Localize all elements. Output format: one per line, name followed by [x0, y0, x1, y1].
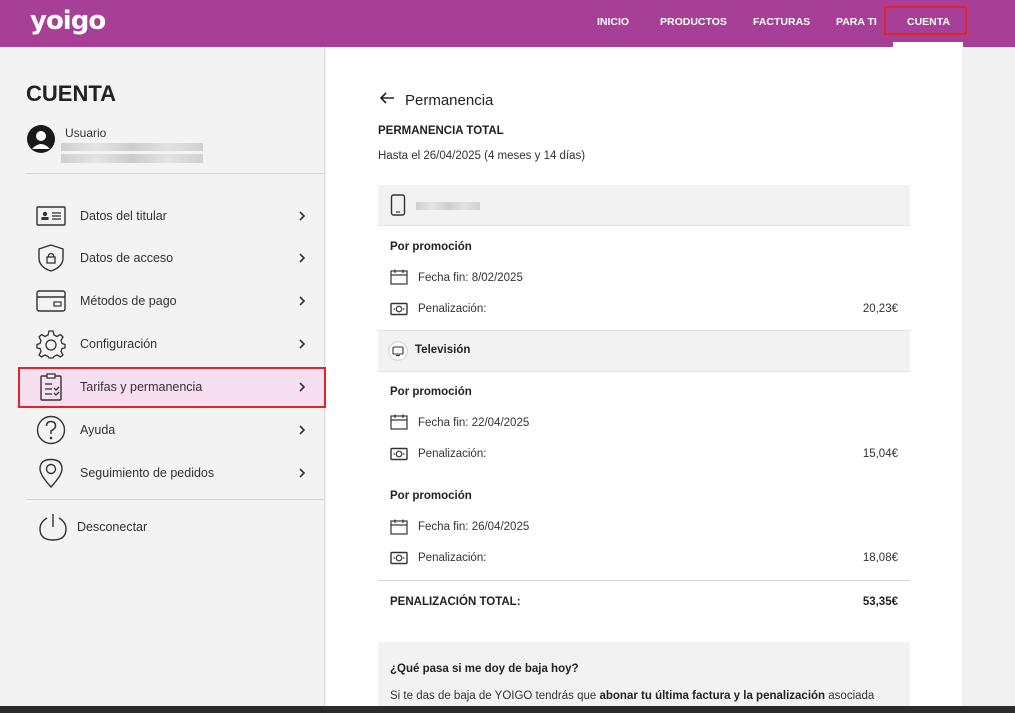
penalizacion-total-value: 53,35€ — [862, 596, 898, 608]
penalizacion-value: 15,04€ — [862, 448, 898, 460]
fecha-fin-label: Fecha fin: 22/04/2025 — [418, 417, 530, 429]
promo-title: Por promoción — [390, 490, 472, 502]
promo-title: Por promoción — [390, 241, 472, 253]
sidebar-item-label: Seguimiento de pedidos — [80, 466, 215, 480]
nav-cuenta-highlight — [884, 6, 967, 35]
penalizacion-label: Penalización: — [418, 552, 487, 564]
penalizacion-value: 18,08€ — [862, 552, 898, 564]
nav-facturas[interactable]: FACTURAS — [753, 16, 810, 28]
top-bar: yoigo INICIO PRODUCTOS FACTURAS PARA TI … — [0, 0, 1015, 47]
permanencia-total-until: Hasta el 26/04/2025 (4 meses y 14 días) — [378, 150, 586, 162]
user-label: Usuario — [65, 126, 107, 140]
tv-icon — [388, 341, 408, 361]
sidebar-item-ayuda[interactable]: Ayuda — [36, 415, 308, 445]
fecha-fin-label: Fecha fin: 26/04/2025 — [418, 521, 530, 533]
credit-card-icon — [36, 290, 66, 312]
chevron-right-icon — [299, 382, 306, 392]
logout-button[interactable]: Desconectar — [36, 512, 308, 542]
tv-section-label: Televisión — [415, 344, 471, 356]
promo-title: Por promoción — [390, 386, 472, 398]
chevron-right-icon — [299, 339, 306, 349]
gear-icon — [36, 330, 66, 359]
user-email-redacted — [61, 143, 203, 151]
calendar-icon — [390, 269, 408, 285]
permanencia-total-heading: PERMANENCIA TOTAL — [378, 125, 504, 137]
calendar-icon — [390, 519, 408, 535]
device-section-header — [378, 185, 910, 226]
permanencia-panel: Permanencia PERMANENCIA TOTAL Hasta el 2… — [326, 47, 962, 707]
id-card-icon — [36, 206, 66, 226]
bottom-edge — [0, 706, 1015, 713]
sidebar-item-configuracion[interactable]: Configuración — [36, 329, 308, 359]
chevron-right-icon — [299, 425, 306, 435]
penalizacion-label: Penalización: — [418, 303, 487, 315]
sidebar-item-datos-titular[interactable]: Datos del titular — [36, 201, 308, 231]
tv-section-header: Televisión — [378, 331, 910, 372]
page-title: Permanencia — [405, 92, 494, 109]
sidebar-divider — [26, 499, 324, 500]
user-avatar-icon — [27, 125, 55, 153]
sidebar-item-label: Configuración — [80, 337, 158, 351]
clipboard-icon — [40, 373, 62, 401]
money-icon — [390, 551, 408, 565]
account-sidebar: CUENTA Usuario Datos del titular Datos d… — [0, 47, 326, 707]
nav-productos[interactable]: PRODUCTOS — [660, 16, 727, 28]
calendar-icon — [390, 414, 408, 430]
sidebar-item-label: Ayuda — [80, 423, 116, 437]
divider — [378, 371, 910, 372]
sidebar-item-metodos-pago[interactable]: Métodos de pago — [36, 286, 308, 316]
divider — [378, 580, 910, 581]
info-title: ¿Qué pasa si me doy de baja hoy? — [390, 663, 579, 675]
nav-inicio[interactable]: INICIO — [597, 16, 629, 28]
logout-label: Desconectar — [77, 520, 148, 534]
sidebar-item-label: Métodos de pago — [80, 294, 177, 308]
sidebar-item-label: Tarifas y permanencia — [80, 380, 203, 394]
sidebar-divider — [26, 173, 324, 174]
money-icon — [390, 302, 408, 316]
power-icon — [39, 514, 67, 541]
sidebar-title: CUENTA — [26, 81, 117, 106]
info-text: Si te das de baja de YOIGO tendrás que a… — [390, 690, 875, 702]
chevron-right-icon — [299, 253, 306, 263]
chevron-right-icon — [299, 468, 306, 478]
yoigo-logo[interactable]: yoigo — [30, 6, 106, 36]
fecha-fin-label: Fecha fin: 8/02/2025 — [418, 272, 523, 284]
penalizacion-value: 20,23€ — [862, 303, 898, 315]
right-gutter — [962, 47, 1015, 707]
user-name-redacted — [61, 154, 203, 163]
mobile-phone-icon — [390, 194, 406, 216]
sidebar-item-label: Datos de acceso — [80, 251, 174, 265]
sidebar-item-seguimiento-pedidos[interactable]: Seguimiento de pedidos — [36, 458, 308, 488]
money-icon — [390, 447, 408, 461]
sidebar-item-datos-acceso[interactable]: Datos de acceso — [36, 243, 308, 273]
sidebar-item-tarifas-permanencia[interactable]: Tarifas y permanencia — [36, 372, 308, 402]
baja-info-box: ¿Qué pasa si me doy de baja hoy? Si te d… — [378, 642, 910, 707]
divider — [378, 225, 910, 226]
penalizacion-total-label: PENALIZACIÓN TOTAL: — [390, 596, 521, 608]
penalizacion-label: Penalización: — [418, 448, 487, 460]
nav-para-ti[interactable]: PARA TI — [836, 16, 877, 28]
shield-lock-icon — [38, 244, 64, 272]
location-pin-icon — [39, 458, 63, 488]
back-arrow-icon[interactable] — [379, 91, 395, 105]
sidebar-item-label: Datos del titular — [80, 209, 167, 223]
help-icon — [36, 415, 66, 445]
phone-number-redacted — [416, 202, 480, 210]
chevron-right-icon — [299, 211, 306, 221]
chevron-right-icon — [299, 296, 306, 306]
